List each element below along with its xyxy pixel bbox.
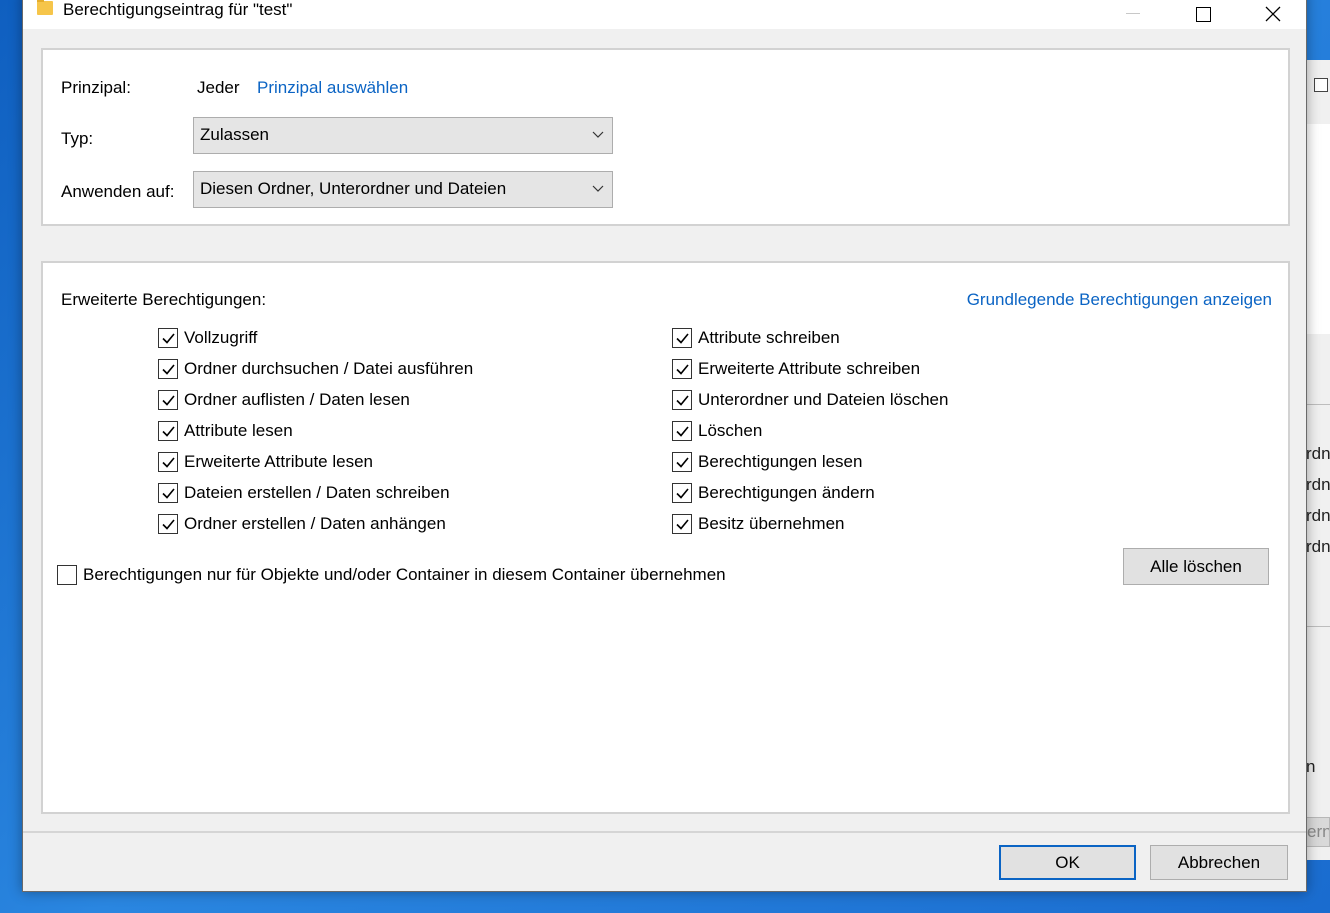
clear-all-button[interactable]: Alle löschen <box>1123 548 1269 585</box>
title-bar: Berechtigungseintrag für "test" <box>23 0 1306 29</box>
checkbox-label: Berechtigungen lesen <box>698 452 863 471</box>
checkmark-icon <box>162 519 175 530</box>
background-button[interactable]: ern <box>1306 817 1330 847</box>
apply-to-selected-value: Diesen Ordner, Unterordner und Dateien <box>200 179 507 198</box>
checkbox-change-permissions[interactable]: Berechtigungen ändern <box>672 482 875 504</box>
checkbox-label: Erweiterte Attribute lesen <box>184 452 373 471</box>
checkmark-icon <box>676 333 689 344</box>
chevron-down-icon <box>592 131 604 138</box>
checkmark-icon <box>676 395 689 406</box>
checkbox-box[interactable] <box>672 421 692 441</box>
apply-to-label: Anwenden auf: <box>61 182 175 201</box>
checkbox-delete-subfolders[interactable]: Unterordner und Dateien löschen <box>672 389 948 411</box>
background-checkbox <box>1314 78 1328 92</box>
type-select[interactable]: Zulassen <box>193 117 613 154</box>
checkbox-create-folders[interactable]: Ordner erstellen / Daten anhängen <box>158 513 446 535</box>
checkmark-icon <box>162 395 175 406</box>
close-icon <box>1265 6 1281 22</box>
background-row: rdn <box>1306 506 1330 525</box>
checkbox-traverse-folder[interactable]: Ordner durchsuchen / Datei ausführen <box>158 358 473 380</box>
principal-group: Prinzipal: Jeder Prinzipal auswählen Typ… <box>41 48 1290 226</box>
maximize-button[interactable] <box>1168 0 1238 29</box>
checkbox-box[interactable] <box>158 390 178 410</box>
checkmark-icon <box>162 333 175 344</box>
checkbox-read-permissions[interactable]: Berechtigungen lesen <box>672 451 862 473</box>
checkbox-box[interactable] <box>158 483 178 503</box>
checkmark-icon <box>162 364 175 375</box>
checkbox-full-control[interactable]: Vollzugriff <box>158 327 257 349</box>
checkbox-write-attributes[interactable]: Attribute schreiben <box>672 327 840 349</box>
checkbox-label: Ordner erstellen / Daten anhängen <box>184 514 446 533</box>
checkbox-label: Berechtigungen ändern <box>698 483 875 502</box>
checkbox-inherit-only[interactable]: Berechtigungen nur für Objekte und/oder … <box>57 564 726 586</box>
background-row: rdn <box>1306 475 1330 494</box>
principal-value: Jeder <box>197 78 240 97</box>
checkbox-label: Attribute schreiben <box>698 328 840 347</box>
checkmark-icon <box>676 519 689 530</box>
background-row: rdn <box>1306 444 1330 463</box>
checkbox-label: Dateien erstellen / Daten schreiben <box>184 483 450 502</box>
checkbox-box[interactable] <box>672 328 692 348</box>
checkbox-box[interactable] <box>672 390 692 410</box>
permission-entry-dialog: Berechtigungseintrag für "test" Prinzipa… <box>22 0 1307 892</box>
checkmark-icon <box>162 426 175 437</box>
chevron-down-icon <box>592 185 604 192</box>
checkbox-label: Löschen <box>698 421 763 440</box>
checkmark-icon <box>162 457 175 468</box>
checkbox-box[interactable] <box>158 514 178 534</box>
checkbox-label: Erweiterte Attribute schreiben <box>698 359 921 378</box>
minimize-button[interactable] <box>1098 0 1168 29</box>
window-title: Berechtigungseintrag für "test" <box>63 0 293 19</box>
folder-icon <box>37 0 53 15</box>
cancel-button[interactable]: Abbrechen <box>1150 845 1288 880</box>
type-selected-value: Zulassen <box>200 125 269 144</box>
checkmark-icon <box>676 364 689 375</box>
checkbox-list-folder[interactable]: Ordner auflisten / Daten lesen <box>158 389 410 411</box>
checkbox-box[interactable] <box>158 452 178 472</box>
background-row: rdn <box>1306 537 1330 556</box>
checkbox-box[interactable] <box>672 359 692 379</box>
principal-label: Prinzipal: <box>61 78 131 97</box>
advanced-permissions-group: Erweiterte Berechtigungen: Grundlegende … <box>41 261 1290 814</box>
checkbox-box[interactable] <box>57 565 77 585</box>
checkmark-icon <box>162 488 175 499</box>
minimize-icon <box>1126 12 1140 14</box>
checkmark-icon <box>676 426 689 437</box>
checkbox-label: Vollzugriff <box>184 328 258 347</box>
checkbox-take-ownership[interactable]: Besitz übernehmen <box>672 513 844 535</box>
checkbox-label: Attribute lesen <box>184 421 293 440</box>
checkbox-box[interactable] <box>672 452 692 472</box>
checkbox-write-extended-attributes[interactable]: Erweiterte Attribute schreiben <box>672 358 920 380</box>
checkbox-box[interactable] <box>672 514 692 534</box>
maximize-icon <box>1195 6 1211 22</box>
checkbox-create-files[interactable]: Dateien erstellen / Daten schreiben <box>158 482 450 504</box>
type-label: Typ: <box>61 129 94 148</box>
apply-to-select[interactable]: Diesen Ordner, Unterordner und Dateien <box>193 171 613 208</box>
checkbox-delete[interactable]: Löschen <box>672 420 762 442</box>
advanced-heading: Erweiterte Berechtigungen: <box>61 290 267 309</box>
checkbox-label: Besitz übernehmen <box>698 514 845 533</box>
checkbox-label: Ordner durchsuchen / Datei ausführen <box>184 359 474 378</box>
checkmark-icon <box>676 488 689 499</box>
footer-divider <box>23 831 1306 833</box>
checkmark-icon <box>676 457 689 468</box>
checkbox-box[interactable] <box>158 328 178 348</box>
checkbox-label: Berechtigungen nur für Objekte und/oder … <box>83 565 726 584</box>
checkbox-label: Unterordner und Dateien löschen <box>698 390 949 409</box>
checkbox-box[interactable] <box>672 483 692 503</box>
ok-button[interactable]: OK <box>999 845 1136 880</box>
close-button[interactable] <box>1238 0 1308 29</box>
select-principal-link[interactable]: Prinzipal auswählen <box>257 78 408 98</box>
background-row: n <box>1306 757 1316 776</box>
checkbox-label: Ordner auflisten / Daten lesen <box>184 390 410 409</box>
show-basic-permissions-link[interactable]: Grundlegende Berechtigungen anzeigen <box>967 290 1272 310</box>
checkbox-read-extended-attributes[interactable]: Erweiterte Attribute lesen <box>158 451 373 473</box>
checkbox-read-attributes[interactable]: Attribute lesen <box>158 420 293 442</box>
checkbox-box[interactable] <box>158 421 178 441</box>
checkbox-box[interactable] <box>158 359 178 379</box>
